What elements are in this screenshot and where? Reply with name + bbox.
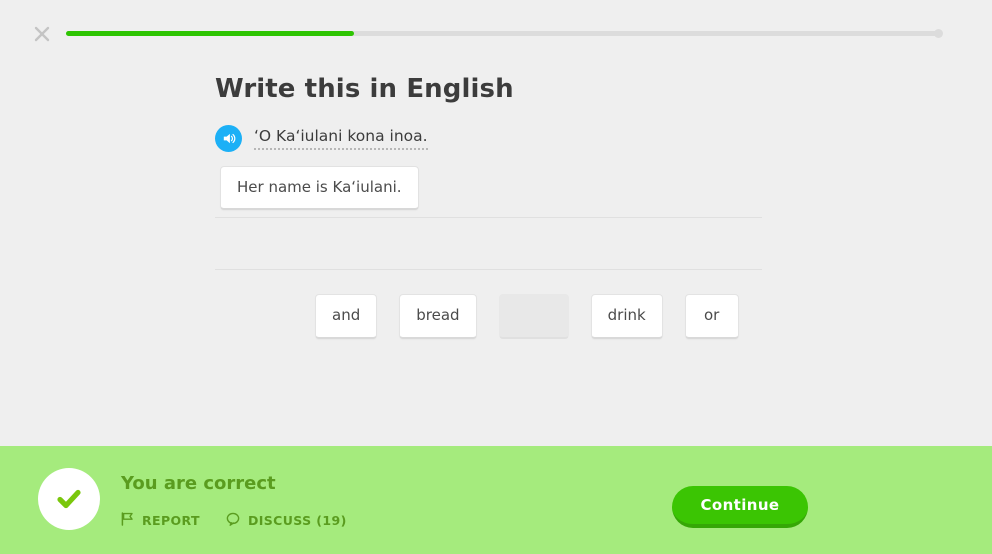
prompt-sentence[interactable]: ʻO Kaʻiulani kona inoa. <box>254 127 428 150</box>
discuss-button[interactable]: DISCUSS (19) <box>226 512 347 529</box>
feedback-text-block: You are correct REPORT DISCUSS (19) <box>121 472 347 529</box>
challenge-block: Write this in English ʻO Kaʻiulani kona … <box>215 72 815 152</box>
close-icon[interactable] <box>28 20 56 48</box>
feedback-actions: REPORT DISCUSS (19) <box>121 512 347 529</box>
word-tile[interactable]: or <box>684 294 739 339</box>
lesson-header <box>0 0 992 66</box>
answer-tile[interactable]: Her name is Kaʻiulani. <box>220 166 419 210</box>
lesson-progress-bar <box>66 29 943 38</box>
answer-line-2[interactable] <box>215 218 762 270</box>
feedback-banner: You are correct REPORT DISCUSS (19) Cont… <box>0 446 992 554</box>
discuss-label: DISCUSS (19) <box>247 513 347 528</box>
word-bank: and bread used drinkor <box>315 294 739 339</box>
challenge-title: Write this in English <box>215 74 514 104</box>
answer-area: Her name is Kaʻiulani. <box>215 166 762 270</box>
word-tile-used: used <box>498 294 569 339</box>
report-label: REPORT <box>142 513 200 528</box>
report-button[interactable]: REPORT <box>121 512 200 529</box>
progress-end-knob <box>934 29 943 38</box>
speech-bubble-icon <box>226 512 240 529</box>
answer-line-1[interactable]: Her name is Kaʻiulani. <box>215 166 762 218</box>
word-tile[interactable]: bread <box>399 294 477 339</box>
lesson-progress-fill <box>66 31 355 36</box>
lesson-screen: Write this in English ʻO Kaʻiulani kona … <box>0 0 992 554</box>
word-tile[interactable]: and <box>315 294 378 339</box>
word-tile[interactable]: drink <box>590 294 663 339</box>
speaker-icon[interactable] <box>215 124 242 152</box>
feedback-title: You are correct <box>121 473 276 494</box>
continue-button[interactable]: Continue <box>672 486 808 528</box>
flag-icon <box>121 512 134 529</box>
prompt-row: ʻO Kaʻiulani kona inoa. <box>215 124 815 152</box>
check-icon <box>38 468 100 530</box>
